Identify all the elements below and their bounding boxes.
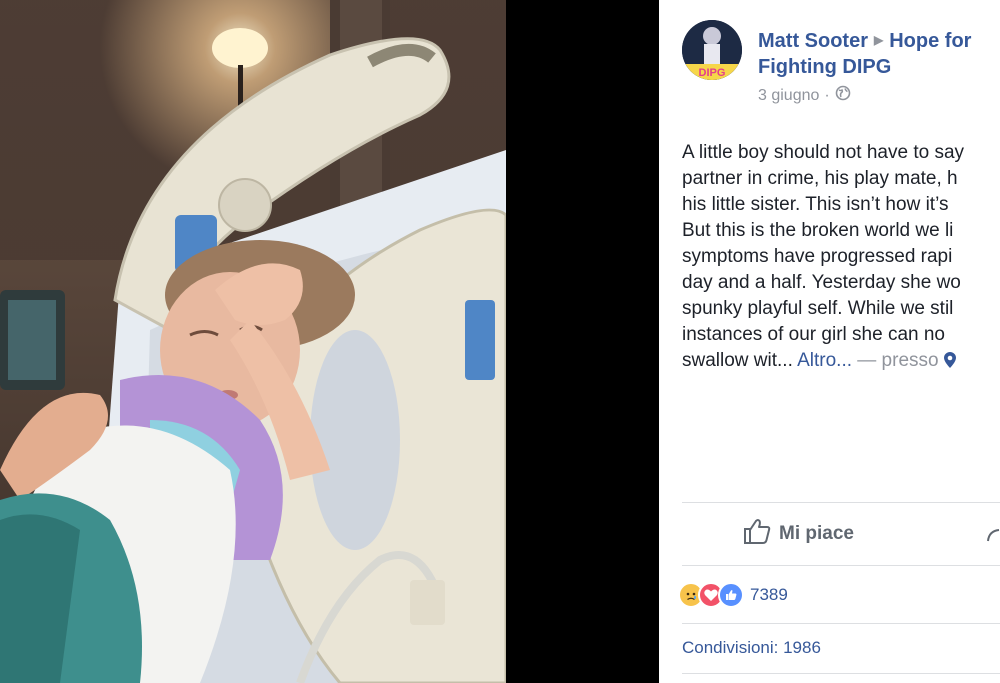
post-text-line: symptoms have progressed rapi <box>682 246 953 267</box>
divider-top <box>682 502 1000 503</box>
location-prefix: — presso <box>857 350 939 371</box>
like-button[interactable]: Mi piace <box>743 518 854 550</box>
group-name[interactable]: Hope for <box>889 30 971 52</box>
triangle-right-icon: ▶ <box>874 33 884 47</box>
location-pin-icon <box>943 350 956 371</box>
divider-end <box>682 673 1000 674</box>
post-header: Matt Sooter ▶ Hope for <box>758 26 1000 56</box>
thumbs-up-icon <box>743 518 779 550</box>
share-count[interactable]: Condivisioni: 1986 <box>682 638 821 658</box>
post-date[interactable]: 3 giugno <box>758 87 819 105</box>
post-photo[interactable] <box>0 0 506 683</box>
reaction-count[interactable]: 7389 <box>750 585 788 605</box>
post-text-line: partner in crime, his play mate, h <box>682 168 958 189</box>
post-body: A little boy should not have to say part… <box>682 140 1000 374</box>
author-avatar[interactable]: DIPG <box>682 20 742 80</box>
reaction-summary[interactable]: 7389 <box>678 582 788 608</box>
like-reaction-icon <box>718 582 744 608</box>
group-name-continued[interactable]: Fighting DIPG <box>758 54 891 80</box>
avatar-image: DIPG <box>682 20 742 80</box>
share-arrow-icon[interactable] <box>987 522 1000 547</box>
post-text-line: spunky playful self. While we stil <box>682 298 954 319</box>
see-more-link[interactable]: Altro... <box>797 350 852 371</box>
avatar-text: DIPG <box>699 67 726 79</box>
post-text-line: A little boy should not have to say <box>682 142 965 163</box>
photo-illustration <box>0 0 506 683</box>
post-text-truncated: swallow wit... <box>682 350 793 371</box>
post-text-last-line: swallow wit... Altro... — presso <box>682 348 1000 374</box>
photo-letterbox <box>506 0 659 683</box>
like-label: Mi piace <box>779 523 854 544</box>
post-text-line: his little sister. This isn’t how it’s <box>682 194 949 215</box>
globe-icon[interactable] <box>835 85 851 106</box>
post-text-line: day and a half. Yesterday she wo <box>682 272 961 293</box>
post-text-line: But this is the broken world we li <box>682 220 954 241</box>
divider-bottom <box>682 623 1000 624</box>
divider-mid <box>682 565 1000 566</box>
post-text-line: instances of our girl she can no <box>682 324 945 345</box>
meta-separator: · <box>824 86 830 104</box>
post-panel: DIPG Matt Sooter ▶ Hope for Fighting DIPG … <box>659 0 1000 683</box>
author-name[interactable]: Matt Sooter <box>758 30 868 52</box>
post-meta: 3 giugno · <box>758 85 851 106</box>
